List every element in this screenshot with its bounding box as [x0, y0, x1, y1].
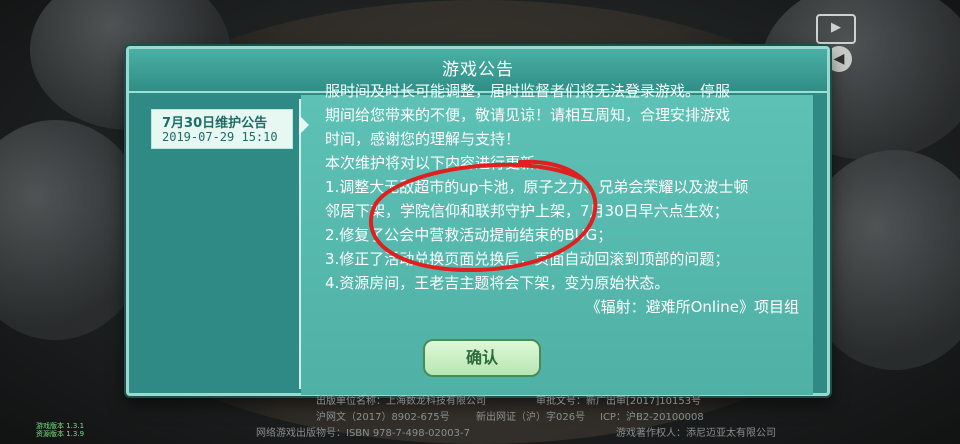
footer-text: ICP：沪B2-20100008 [600, 412, 704, 423]
notice-line: 期间给您带来的不便，敬请见谅！请相互周知，合理安排游戏 [325, 106, 731, 124]
notice-line: 4.资源房间，王老吉主题将会下架，变为原始状态。 [325, 274, 670, 292]
resource-version: 资源版本 1.3.9 [36, 430, 85, 438]
footer-text: 出版单位名称：上海数龙科技有限公司 [316, 396, 486, 407]
footer-text: 网络游戏出版物号：ISBN 978-7-498-02003-7 [256, 428, 470, 439]
confirm-button[interactable]: 确认 [423, 339, 541, 377]
tab-date: 2019-07-29 15:10 [162, 130, 278, 144]
version-info: 游戏版本 1.3.1 资源版本 1.3.9 [36, 422, 84, 438]
signature: 《辐射：避难所Online》项目组 [585, 298, 799, 316]
notice-text: 服时间及时长可能调整，届时监督者们将无法登录游戏。停服 期间给您带来的不便，敬请… [325, 82, 805, 319]
panel-divider [299, 99, 301, 389]
notice-line: 3.修正了活动兑换页面兑换后，页面自动回滚到顶部的问题； [325, 250, 730, 268]
notice-line: 时间，感谢您的理解与支持！ [325, 130, 521, 148]
footer-text: 游戏著作权人：添尼迈亚太有限公司 [616, 428, 776, 439]
tab-maintenance-notice[interactable]: 7月30日维护公告 2019-07-29 15:10 [151, 109, 293, 149]
announcement-dialog: 游戏公告 7月30日维护公告 2019-07-29 15:10 服时间及时长可能… [126, 46, 830, 396]
tab-selected-arrow-icon [299, 115, 309, 135]
tab-title: 7月30日维护公告 [162, 116, 268, 131]
replay-icon[interactable]: ▶ [816, 14, 856, 44]
notice-line: 1.调整大无敌超市的up卡池，原子之力、兄弟会荣耀以及波士顿 [325, 178, 749, 196]
notice-line: 2.修复了公会中营救活动提前结束的BUG； [325, 226, 613, 244]
notice-line: 本次维护将对以下内容进行更新。 [325, 154, 551, 172]
game-version: 游戏版本 1.3.1 [36, 422, 85, 430]
notice-line: 邻居下架，学院信仰和联邦守护上架，7月30日早六点生效； [325, 202, 729, 220]
footer-text: 审批文号：新广出审[2017]10153号 [536, 396, 702, 407]
footer-text: 新出网证（沪）字026号 [476, 412, 586, 423]
footer-text: 沪网文（2017）8902-675号 [316, 412, 450, 423]
footer-credits: 出版单位名称：上海数龙科技有限公司 审批文号：新广出审[2017]10153号 … [0, 388, 960, 444]
notice-line: 服时间及时长可能调整，届时监督者们将无法登录游戏。停服 [325, 82, 731, 100]
